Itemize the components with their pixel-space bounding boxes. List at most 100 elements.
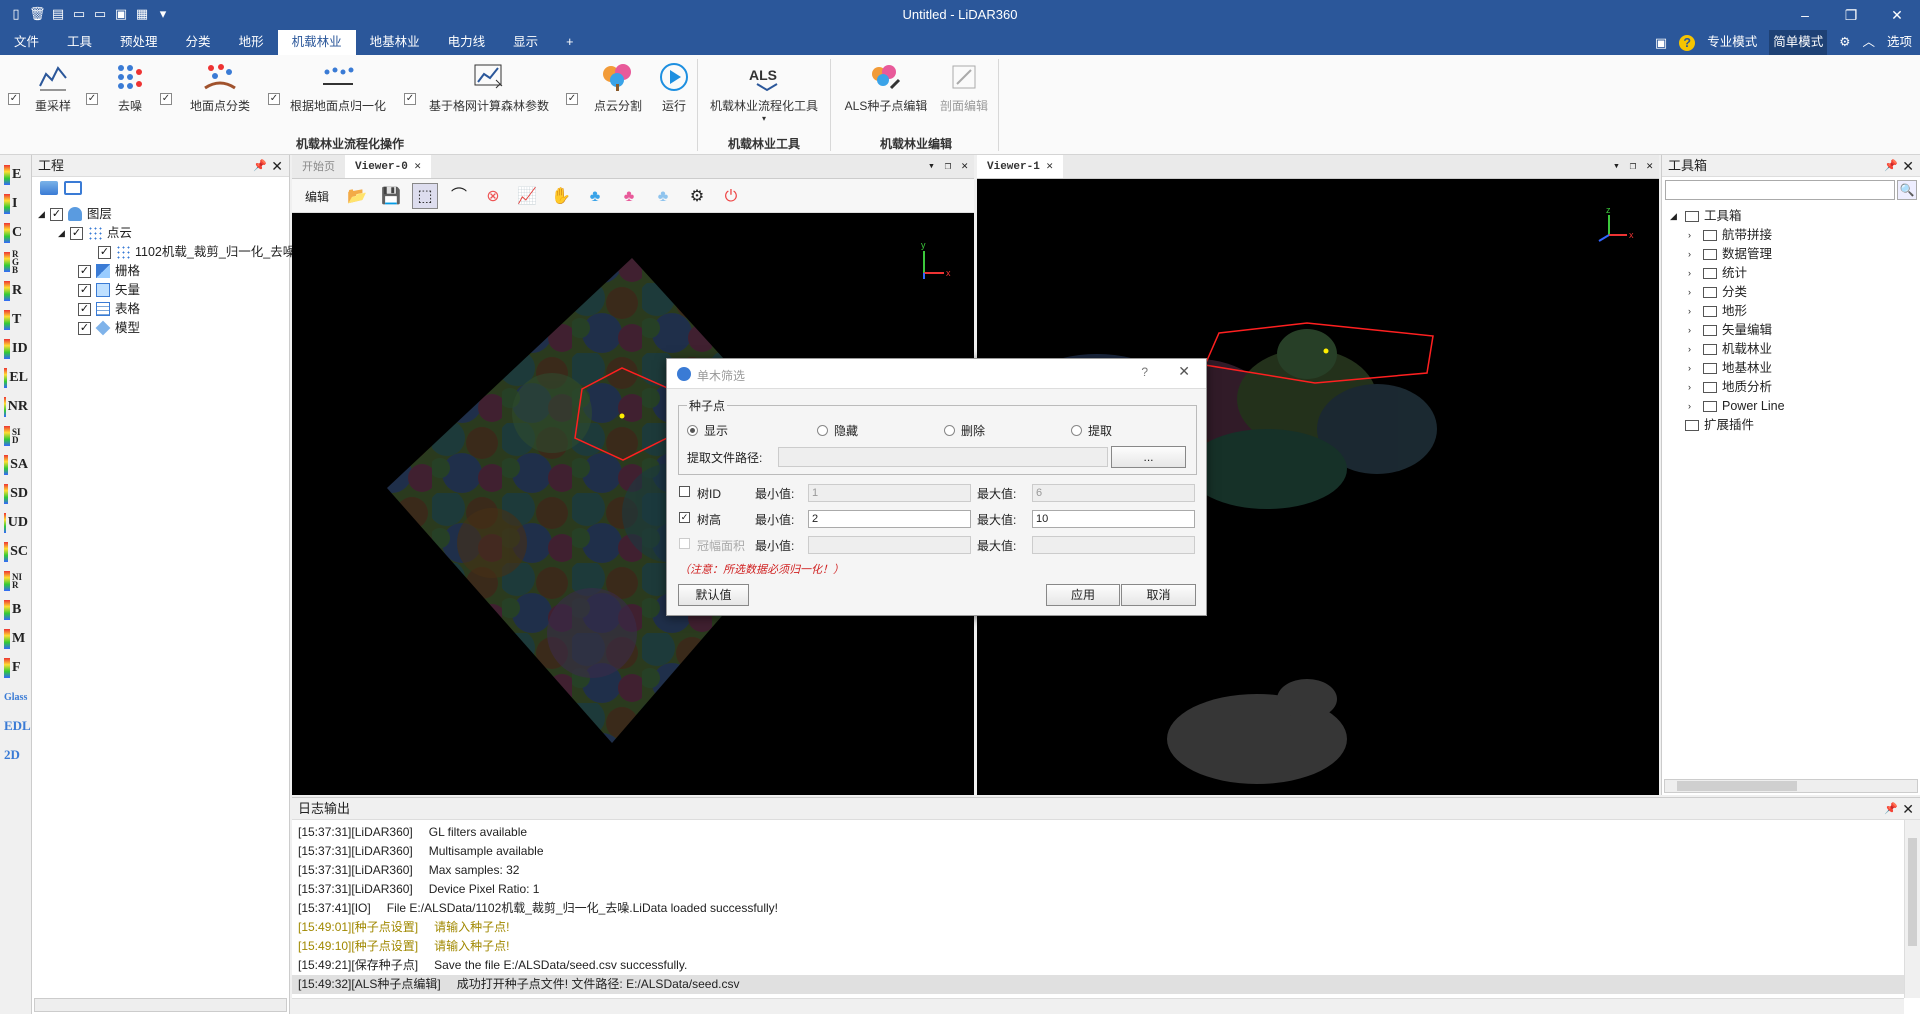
render-mode-edl[interactable]: EDL [4, 714, 31, 738]
file-checkbox[interactable]: ✓ [98, 245, 111, 259]
seed-point[interactable] [619, 413, 625, 419]
max-input[interactable]: 6 [1032, 484, 1195, 502]
filter-checkbox[interactable]: ✓ [679, 512, 690, 523]
tab-viewer-0[interactable]: Viewer-0 ✕ [345, 155, 432, 178]
menu-tab-6[interactable]: 地基林业 [356, 30, 434, 55]
toolbox-item-8[interactable]: › 地质分析 [1688, 378, 1772, 396]
render-mode-nir[interactable]: NIR [4, 569, 28, 593]
render-mode-sid[interactable]: SID [4, 424, 28, 448]
render-mode-2d[interactable]: 2D [4, 743, 28, 767]
render-mode-f[interactable]: F [4, 656, 28, 680]
toolbox-extensions[interactable]: 扩展插件 [1670, 416, 1754, 434]
help-icon[interactable]: ? [1679, 34, 1696, 51]
tree-blue-icon[interactable]: ♣ [582, 183, 608, 209]
float-icon[interactable]: ❐ [1630, 155, 1637, 179]
remove-seed-icon[interactable]: ⊗ [480, 183, 506, 209]
collapsed-arrow-icon[interactable]: › [1688, 226, 1698, 244]
collapsed-arrow-icon[interactable]: › [1688, 340, 1698, 358]
collapsed-arrow-icon[interactable]: › [1688, 245, 1698, 263]
toolbox-item-7[interactable]: › 地基林业 [1688, 359, 1772, 377]
profile-chart-icon[interactable]: 📈 [514, 183, 540, 209]
collapsed-arrow-icon[interactable]: › [1688, 378, 1698, 396]
settings-icon[interactable]: ⚙ [684, 183, 710, 209]
toolbox-hscrollbar[interactable] [1664, 779, 1918, 793]
close-viewer-icon[interactable]: ✕ [1646, 155, 1653, 179]
simple-mode-button[interactable]: 简单模式 [1769, 30, 1828, 55]
tree-item-layers[interactable]: ◢ ✓ 图层 [38, 205, 112, 223]
toolbox-item-6[interactable]: › 机载林业 [1688, 340, 1772, 358]
normalize-checkbox[interactable]: ✓ [268, 93, 280, 105]
render-mode-r[interactable]: R [4, 279, 28, 303]
radio-0[interactable]: 显示 [687, 422, 728, 439]
toolbox-item-3[interactable]: › 分类 [1688, 283, 1747, 301]
close-viewer-icon[interactable]: ✕ [961, 155, 968, 179]
save-icon[interactable]: 💾 [378, 183, 404, 209]
profile-edit-button[interactable]: 剖面编辑 [936, 61, 992, 114]
close-icon[interactable]: ✕ [271, 155, 283, 177]
denoise-checkbox[interactable]: ✓ [86, 93, 98, 105]
log-hscrollbar[interactable] [292, 998, 1904, 1014]
toolbox-root[interactable]: ◢ 工具箱 [1670, 207, 1742, 225]
denoise-button[interactable]: 去噪 [108, 61, 152, 114]
toolbox-search-input[interactable] [1665, 180, 1895, 200]
segment-button[interactable]: 点云分割 [586, 61, 650, 114]
resample-button[interactable]: 重采样 [30, 61, 76, 114]
tab-start-page[interactable]: 开始页 [292, 155, 345, 178]
grid-params-button[interactable]: 基于格网计算森林参数 [424, 61, 554, 114]
apply-button[interactable]: 应用 [1046, 584, 1120, 606]
tree-item-table[interactable]: ✓ 表格 [78, 300, 140, 318]
collapsed-arrow-icon[interactable]: › [1688, 359, 1698, 377]
edit-dropdown[interactable]: 编辑 [298, 183, 336, 209]
path-input[interactable] [778, 447, 1108, 467]
toolbox-item-0[interactable]: › 航带拼接 [1688, 226, 1772, 244]
pro-mode-button[interactable]: 专业模式 [1707, 30, 1757, 55]
render-mode-e[interactable]: E [4, 163, 28, 187]
close-dialog-button[interactable]: ✕ [1178, 363, 1190, 380]
toolbox-item-5[interactable]: › 矢量编辑 [1688, 321, 1772, 339]
render-mode-ud[interactable]: UD [4, 511, 28, 535]
menu-tab-8[interactable]: 显示 [499, 30, 552, 55]
radio-2[interactable]: 删除 [944, 422, 985, 439]
min-input[interactable]: 2 [808, 510, 971, 528]
als-tools-button[interactable]: ALS 机载林业流程化工具 ▾ [706, 61, 822, 123]
search-icon[interactable]: 🔍 [1897, 180, 1917, 200]
lasso-icon[interactable]: ⌒ [446, 183, 472, 209]
minimize-button[interactable]: – [1782, 0, 1828, 30]
filter-checkbox[interactable] [679, 538, 690, 549]
tree-light-icon[interactable]: ♣ [650, 183, 676, 209]
default-button[interactable]: 默认值 [678, 584, 749, 606]
collapsed-arrow-icon[interactable]: › [1688, 397, 1698, 415]
render-mode-t[interactable]: T [4, 308, 28, 332]
run-button[interactable]: 运行 [656, 61, 692, 114]
render-mode-glass[interactable]: Glass [4, 685, 28, 709]
resample-checkbox[interactable]: ✓ [8, 93, 20, 105]
tree-item-file[interactable]: ✓ 1102机载_裁剪_归一化_去噪 [98, 243, 295, 261]
toolbox-item-9[interactable]: › Power Line [1688, 397, 1785, 415]
grid-params-checkbox[interactable]: ✓ [404, 93, 416, 105]
radio-circle[interactable] [1071, 425, 1082, 436]
min-input[interactable]: 1 [808, 484, 971, 502]
radio-circle[interactable] [817, 425, 828, 436]
float-icon[interactable]: ❐ [945, 155, 952, 179]
hand-icon[interactable]: ✋ [548, 183, 574, 209]
render-mode-c[interactable]: C [4, 221, 28, 245]
seed-edit-button[interactable]: ALS种子点编辑 [838, 61, 934, 114]
browse-button[interactable]: ... [1111, 446, 1186, 468]
min-input[interactable] [808, 536, 971, 554]
menu-tab-2[interactable]: 预处理 [106, 30, 172, 55]
open-folder-icon[interactable]: 📂 [344, 183, 370, 209]
close-button[interactable]: ✕ [1874, 0, 1920, 30]
toolbox-item-1[interactable]: › 数据管理 [1688, 245, 1772, 263]
layers-checkbox[interactable]: ✓ [49, 207, 63, 221]
radio-circle[interactable] [687, 425, 698, 436]
collapsed-arrow-icon[interactable]: › [1688, 264, 1698, 282]
pin-icon[interactable]: 📌 [1884, 155, 1898, 177]
tab-list-icon[interactable]: ▾ [1613, 155, 1620, 179]
max-input[interactable]: 10 [1032, 510, 1195, 528]
toolbox-item-2[interactable]: › 统计 [1688, 264, 1747, 282]
close-icon[interactable]: ✕ [1902, 155, 1914, 177]
table-checkbox[interactable]: ✓ [78, 302, 91, 316]
menu-tab-7[interactable]: 电力线 [434, 30, 500, 55]
collapsed-arrow-icon[interactable]: › [1688, 283, 1698, 301]
ground-classify-checkbox[interactable]: ✓ [160, 93, 172, 105]
